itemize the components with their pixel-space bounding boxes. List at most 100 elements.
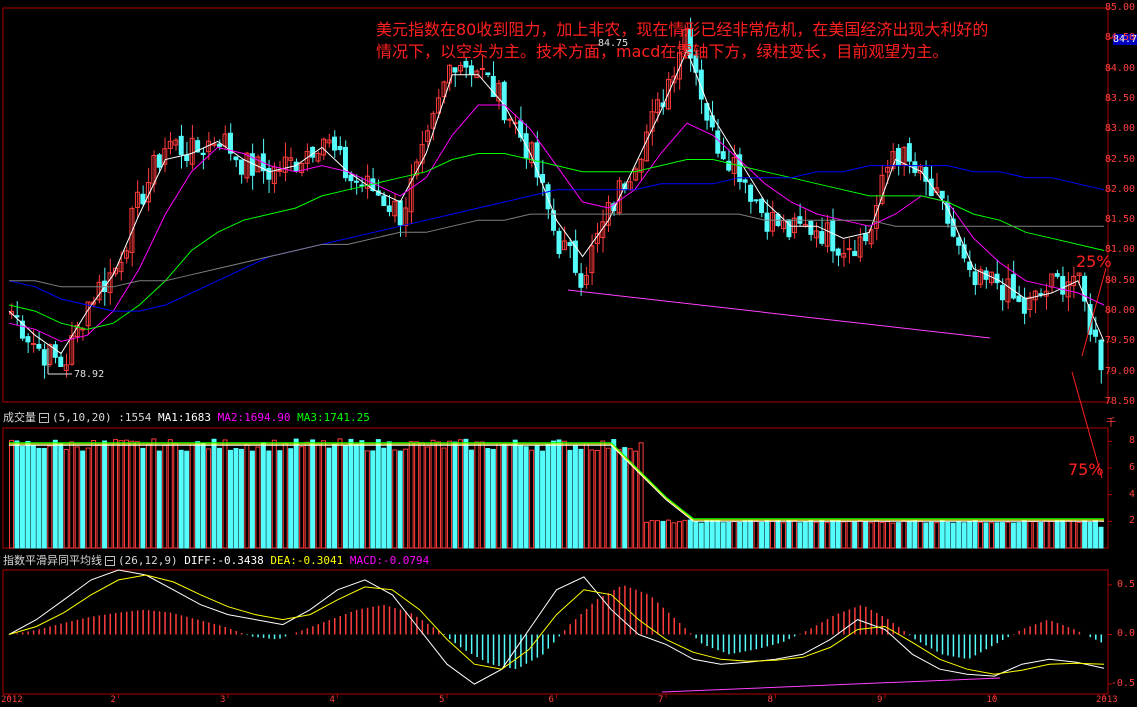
volume-bar bbox=[983, 522, 989, 549]
volume-bar bbox=[69, 441, 75, 549]
volume-bar bbox=[753, 520, 759, 549]
candle-down bbox=[140, 193, 146, 205]
volume-bar bbox=[748, 520, 754, 549]
volume-bar bbox=[315, 444, 321, 549]
collapse-icon[interactable] bbox=[39, 413, 49, 423]
volume-tick-label: 4 bbox=[1128, 488, 1135, 500]
volume-bar bbox=[1043, 519, 1049, 549]
volume-tick-label: 6 bbox=[1128, 462, 1135, 473]
macd-tick-label: -0.5 bbox=[1110, 678, 1135, 690]
candle-up bbox=[277, 169, 283, 172]
candle-down bbox=[939, 190, 945, 199]
volume-bar bbox=[337, 438, 343, 549]
candle-down bbox=[485, 72, 491, 76]
price-tick-label: 81.50 bbox=[1104, 214, 1135, 226]
candle-down bbox=[293, 161, 299, 172]
volume-bar bbox=[228, 449, 233, 549]
collapse-icon[interactable] bbox=[105, 556, 115, 566]
candle-down bbox=[381, 195, 387, 207]
volume-bar bbox=[764, 520, 770, 549]
candle-down bbox=[895, 148, 901, 166]
volume-bar bbox=[30, 445, 36, 549]
candle-down bbox=[852, 250, 858, 257]
volume-bar bbox=[1027, 521, 1033, 549]
volume-bar bbox=[1076, 521, 1082, 549]
trend-line-macd bbox=[661, 677, 1001, 693]
volume-bar bbox=[364, 450, 370, 549]
volume-bar bbox=[222, 439, 228, 549]
candle-down bbox=[41, 349, 47, 366]
candle-down bbox=[835, 248, 841, 256]
volume-bar bbox=[923, 522, 929, 549]
volume-bar bbox=[1054, 520, 1060, 549]
candle-up bbox=[507, 118, 513, 121]
candle-down bbox=[386, 205, 392, 212]
volume-bar bbox=[567, 449, 573, 549]
volume-bar bbox=[36, 447, 42, 549]
volume-ma2: MA2:1694.90 bbox=[217, 411, 291, 424]
volume-bar bbox=[693, 521, 699, 549]
volume-bar bbox=[244, 444, 250, 549]
volume-bar bbox=[91, 439, 97, 549]
volume-bar bbox=[167, 439, 173, 549]
candle-down bbox=[36, 343, 42, 349]
candle-down bbox=[906, 143, 912, 162]
candle-down bbox=[217, 143, 223, 147]
volume-bar bbox=[19, 446, 25, 549]
volume-bar bbox=[518, 444, 524, 549]
volume-bar bbox=[912, 520, 918, 549]
chart-stage: 美元指数在80收到阻力，加上非农，现在情形已经非常危机，在美国经济出现大利好的 … bbox=[0, 0, 1137, 705]
volume-bar bbox=[102, 440, 108, 549]
candle-down bbox=[759, 198, 765, 214]
x-tick-label: 10 bbox=[986, 695, 998, 705]
volume-bar bbox=[1065, 520, 1071, 549]
macd-panel-frame bbox=[2, 569, 1109, 695]
volume-bar bbox=[616, 448, 622, 549]
macd-diff: DIFF:-0.3438 bbox=[184, 554, 264, 567]
volume-bar bbox=[441, 447, 447, 549]
volume-bar bbox=[381, 447, 387, 549]
volume-bar bbox=[1049, 520, 1055, 549]
volume-bar bbox=[934, 522, 940, 549]
candle-down bbox=[956, 237, 962, 246]
volume-bar bbox=[835, 520, 841, 549]
volume-bar bbox=[452, 441, 458, 549]
volume-bar bbox=[770, 520, 776, 549]
x-tick-label: 4 bbox=[329, 695, 335, 705]
x-tick-label: 3 bbox=[220, 695, 226, 705]
volume-bar bbox=[901, 520, 907, 549]
volume-bar bbox=[156, 450, 162, 549]
high-label: 84.75 bbox=[598, 38, 629, 49]
volume-bar bbox=[463, 438, 469, 549]
volume-bar bbox=[978, 521, 984, 549]
volume-bar bbox=[1082, 520, 1088, 549]
candle-down bbox=[1038, 293, 1044, 296]
price-tick-label: 83.00 bbox=[1104, 123, 1135, 135]
candle-down bbox=[397, 200, 403, 226]
volume-bar bbox=[704, 519, 710, 549]
volume-bar bbox=[545, 443, 551, 549]
volume-bar bbox=[113, 439, 119, 549]
volume-bar bbox=[41, 447, 47, 549]
volume-bar bbox=[408, 441, 414, 549]
price-tick-label: 82.00 bbox=[1104, 183, 1135, 195]
volume-bar bbox=[797, 522, 803, 549]
candle-down bbox=[567, 242, 573, 247]
volume-bar bbox=[879, 521, 885, 549]
candle-down bbox=[1054, 273, 1060, 277]
volume-bar bbox=[600, 440, 606, 549]
volume-bar bbox=[660, 520, 666, 549]
volume-bar bbox=[572, 444, 578, 549]
volume-bar bbox=[74, 446, 80, 549]
candle-down bbox=[1093, 329, 1099, 337]
volume-bar bbox=[496, 443, 502, 549]
volume-title: 成交量 bbox=[3, 411, 36, 424]
candle-down bbox=[819, 231, 825, 244]
volume-value: :1554 bbox=[118, 411, 152, 424]
price-tick-label: 80.00 bbox=[1104, 305, 1135, 317]
price-tick-label: 80.50 bbox=[1104, 274, 1135, 286]
volume-bar bbox=[895, 522, 901, 549]
candle-down bbox=[238, 159, 244, 175]
volume-bar bbox=[967, 521, 973, 549]
candle-down bbox=[545, 184, 551, 210]
